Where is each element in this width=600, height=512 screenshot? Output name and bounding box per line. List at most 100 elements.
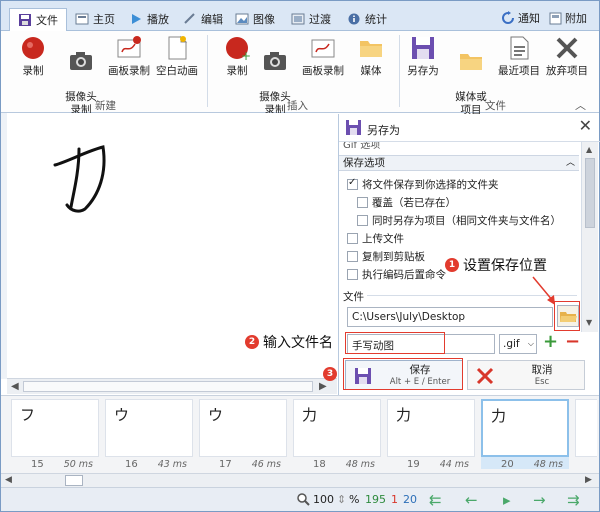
save-icon: [409, 34, 437, 62]
group-separator: [207, 35, 208, 107]
annotation-highlight-save: [343, 358, 463, 390]
scroll-left-icon[interactable]: ◀: [5, 475, 12, 485]
edit-icon: [184, 13, 195, 24]
frame-thumbnail[interactable]: [575, 399, 597, 469]
extension-select[interactable]: .gif ⌵: [499, 334, 537, 354]
frame-thumbnail[interactable]: 力 19 44 ms: [387, 399, 475, 470]
next-frame-icon[interactable]: →: [533, 491, 546, 509]
refresh-icon: [502, 11, 514, 24]
frames-hscrollbar[interactable]: ◀ ▶: [1, 473, 599, 487]
frame-thumbnail-selected[interactable]: 力 20 48 ms: [481, 399, 569, 470]
checkbox-overwrite[interactable]: 覆盖（若已存在）: [357, 195, 456, 210]
close-icon: [553, 34, 581, 62]
frame-thumbnail[interactable]: 力 18 48 ms: [293, 399, 381, 470]
annotation-set-location: 1 设置保存位置: [445, 255, 547, 275]
previous-frame-icon[interactable]: ←: [465, 491, 478, 509]
scroll-thumb[interactable]: [585, 158, 595, 228]
save-icon: [346, 120, 361, 135]
tab-bar: 文件 主页 播放 编辑 图像 过渡 统计 通知 附加: [1, 1, 599, 31]
record-icon: [19, 34, 47, 62]
addon-icon: [549, 12, 562, 24]
annotation-highlight-folder: [554, 301, 580, 331]
group-file-label: 文件: [485, 100, 506, 112]
panel-title: 另存为: [367, 124, 400, 137]
gif-options-header[interactable]: Gif 选项: [339, 142, 579, 154]
checkbox-upload[interactable]: 上传文件: [347, 231, 404, 246]
panel-vscrollbar[interactable]: ▲ ▼: [581, 142, 598, 332]
addon-button[interactable]: 附加: [549, 10, 587, 26]
camera-icon: [67, 47, 95, 75]
notify-button[interactable]: 通知: [501, 10, 540, 26]
add-icon[interactable]: +: [543, 333, 558, 351]
collapse-ribbon-icon[interactable]: ︿: [575, 97, 586, 113]
checkbox-post-command[interactable]: 执行编码后置命令: [347, 267, 446, 282]
tab-transition[interactable]: 过渡: [291, 8, 331, 30]
chevron-up-icon: ︿: [565, 158, 575, 168]
group-new-label: 新建: [95, 100, 116, 112]
save-options-header[interactable]: 保存选项 ︿: [339, 155, 579, 171]
tab-stats[interactable]: 统计: [347, 8, 387, 30]
zoom-arrow-icon[interactable]: ⇕: [337, 493, 346, 506]
first-frame-icon[interactable]: ⇇: [429, 491, 442, 509]
image-icon: [235, 13, 249, 25]
blank-animation-button[interactable]: 空白动画: [149, 34, 205, 78]
close-icon: [476, 367, 494, 385]
board-icon: [115, 34, 143, 62]
ribbon: 录制 摄像头 录制 画板录制 空白动画 新建 + 录制 摄像头 录制 画板录制: [1, 31, 599, 116]
tab-image[interactable]: 图像: [235, 8, 275, 30]
last-frame-icon[interactable]: ⇉: [567, 491, 580, 509]
group-insert-label: 插入: [287, 100, 308, 112]
canvas-hscrollbar[interactable]: ◀ ▶: [7, 378, 337, 394]
scroll-down-icon[interactable]: ▼: [586, 318, 592, 327]
annotation-enter-filename: 2 输入文件名: [245, 332, 333, 352]
board-icon: [309, 34, 337, 62]
folder-icon: [457, 47, 485, 75]
checkbox-save-project[interactable]: 同时另存为项目（相同文件夹与文件名）: [357, 213, 561, 228]
frame-count-selected: 1: [391, 493, 398, 506]
folder-path-input[interactable]: C:\Users\July\Desktop: [347, 307, 553, 327]
scroll-right-icon[interactable]: ▶: [585, 475, 592, 485]
scroll-track[interactable]: [23, 381, 313, 392]
checkbox-box[interactable]: [347, 251, 358, 262]
checkbox-clipboard[interactable]: 复制到剪贴板: [347, 249, 425, 264]
play-frame-icon[interactable]: ▸: [503, 491, 511, 509]
frame-thumbnail[interactable]: ウ 16 43 ms: [105, 399, 193, 470]
cancel-button[interactable]: 取消 Esc: [467, 360, 585, 390]
checkbox-box[interactable]: [347, 269, 358, 280]
insert-media-button[interactable]: 媒体: [343, 34, 399, 78]
status-bar: 100 ⇕ % 195 1 20 ⇇ ← ▸ → ⇉: [1, 487, 599, 511]
checkbox-box[interactable]: [347, 177, 358, 190]
checkbox-box[interactable]: [357, 197, 368, 208]
scroll-thumb[interactable]: [65, 475, 83, 486]
blank-doc-icon: [163, 34, 191, 62]
camera-icon: [261, 47, 289, 75]
zoom-value[interactable]: 100: [313, 493, 334, 506]
tab-file[interactable]: 文件: [9, 8, 67, 31]
remove-icon[interactable]: −: [565, 333, 580, 351]
home-icon: [75, 13, 89, 25]
panel-header: 另存为 ✕: [339, 114, 600, 142]
checkbox-save-to-folder[interactable]: 将文件保存到你选择的文件夹: [347, 177, 499, 192]
checkbox-box[interactable]: [357, 215, 368, 226]
transition-icon: [291, 13, 305, 25]
file-section-label: 文件: [343, 291, 364, 303]
tab-edit[interactable]: 编辑: [183, 8, 223, 30]
recent-doc-icon: [505, 34, 533, 62]
frame-thumbnail[interactable]: フ 15 50 ms: [11, 399, 99, 470]
checkbox-box[interactable]: [347, 233, 358, 244]
close-icon[interactable]: ✕: [579, 118, 592, 134]
frame-count-total: 195: [365, 493, 386, 506]
scroll-right-icon[interactable]: ▶: [319, 381, 327, 392]
discard-project-button[interactable]: 放弃项目: [539, 34, 595, 78]
tab-play[interactable]: 播放: [129, 8, 169, 30]
save-icon: [19, 14, 31, 26]
info-icon: [348, 13, 360, 25]
frames-strip: フ 15 50 ms ウ 16 43 ms ウ 17 46 ms 力 18 48…: [1, 395, 599, 473]
tab-home[interactable]: 主页: [75, 8, 115, 30]
play-icon: [132, 14, 141, 24]
scroll-left-icon[interactable]: ◀: [11, 381, 19, 392]
frame-thumbnail[interactable]: ウ 17 46 ms: [199, 399, 287, 470]
scroll-up-icon[interactable]: ▲: [586, 145, 592, 154]
main-window: 文件 主页 播放 编辑 图像 过渡 统计 通知 附加 录制 摄像头 录制 画板录…: [0, 0, 600, 512]
annotation-highlight-filename: [345, 332, 445, 354]
